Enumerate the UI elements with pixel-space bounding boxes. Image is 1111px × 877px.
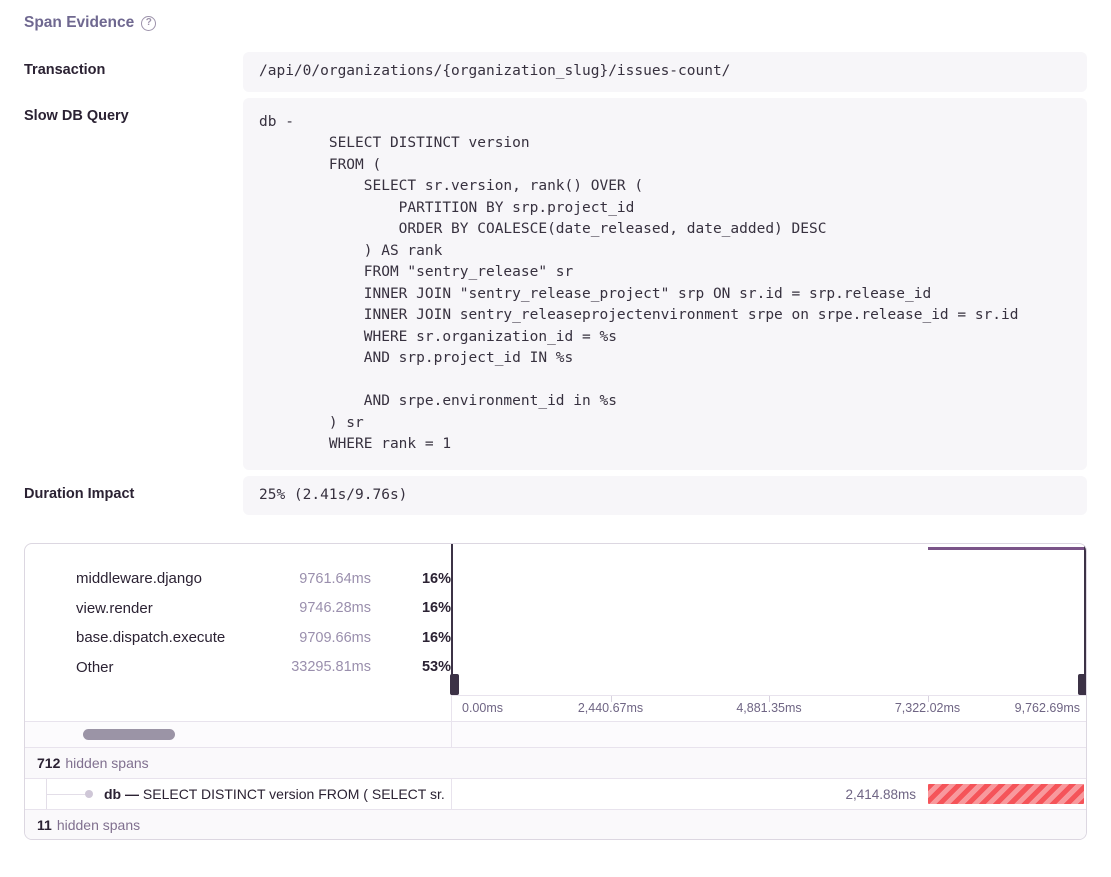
- span-minimap[interactable]: [451, 544, 1086, 695]
- duration-impact-label: Duration Impact: [24, 476, 243, 516]
- span-chart-header: middleware.django 9761.64ms 16% view.ren…: [25, 544, 1086, 695]
- legend-duration: 9761.64ms: [269, 571, 399, 587]
- transaction-row: Transaction /api/0/organizations/{organi…: [24, 52, 1087, 92]
- legend-percent: 16%: [399, 571, 451, 587]
- legend-item-base-dispatch-execute[interactable]: base.dispatch.execute 9709.66ms 16%: [52, 623, 451, 653]
- axis-label: 9,762.69ms: [1015, 701, 1080, 715]
- db-span-row[interactable]: db — SELECT DISTINCT version FROM ( SELE…: [25, 778, 1086, 809]
- tree-connector-horizontal: [46, 794, 88, 795]
- db-span-duration: 2,414.88ms: [845, 787, 916, 802]
- span-op: db: [104, 786, 121, 802]
- scrollbar-row-spacer: [451, 722, 1086, 747]
- tree-scrollbar-track[interactable]: [25, 722, 451, 747]
- slow-db-query-value: db - SELECT DISTINCT version FROM ( SELE…: [243, 98, 1087, 470]
- hidden-spans-count: 712: [37, 755, 60, 771]
- section-title: Span Evidence: [24, 14, 134, 32]
- slow-db-query-label: Slow DB Query: [24, 98, 243, 470]
- tree-scrollbar-thumb[interactable]: [83, 729, 175, 740]
- axis-label: 0.00ms: [462, 701, 503, 715]
- tree-scrollbar-row: [25, 721, 1086, 747]
- minimap-window-right-line: [1084, 544, 1086, 695]
- transaction-label: Transaction: [24, 52, 243, 92]
- minimap-span-line: [928, 547, 1085, 550]
- db-span-bar-cell[interactable]: 2,414.88ms: [451, 779, 1086, 809]
- axis-label: 7,322.02ms: [895, 701, 960, 715]
- help-icon[interactable]: ?: [141, 16, 156, 31]
- legend-item-middleware-django[interactable]: middleware.django 9761.64ms 16%: [52, 564, 451, 594]
- duration-impact-row: Duration Impact 25% (2.41s/9.76s): [24, 476, 1087, 516]
- minimap-window-left-line: [451, 544, 453, 695]
- legend-percent: 16%: [399, 600, 451, 616]
- minimap-right-drag-handle[interactable]: [1078, 674, 1087, 695]
- transaction-value: /api/0/organizations/{organization_slug}…: [243, 52, 1087, 92]
- section-heading: Span Evidence ?: [24, 14, 1087, 32]
- time-axis-row: 0.00ms 2,440.67ms 4,881.35ms 7,322.02ms …: [25, 695, 1086, 721]
- legend-duration: 33295.81ms: [269, 659, 399, 675]
- db-span-tree-cell[interactable]: db — SELECT DISTINCT version FROM ( SELE…: [25, 779, 451, 809]
- hidden-spans-label: hidden spans: [57, 817, 140, 833]
- hidden-spans-row-above[interactable]: 712 hidden spans: [25, 747, 1086, 778]
- legend-percent: 16%: [399, 630, 451, 646]
- legend-percent: 53%: [399, 659, 451, 675]
- minimap-left-drag-handle[interactable]: [450, 674, 459, 695]
- span-query-text: SELECT DISTINCT version FROM ( SELECT sr…: [143, 786, 445, 802]
- axis-spacer: [25, 695, 451, 721]
- duration-impact-value: 25% (2.41s/9.76s): [243, 476, 1087, 516]
- db-span-duration-bar[interactable]: [928, 784, 1084, 804]
- legend-name: view.render: [76, 600, 269, 617]
- hidden-spans-row-below[interactable]: 11 hidden spans: [25, 809, 1086, 839]
- span-evidence-section: Span Evidence ? Transaction /api/0/organ…: [0, 0, 1111, 840]
- legend-name: Other: [76, 659, 269, 676]
- legend-duration: 9746.28ms: [269, 600, 399, 616]
- legend-duration: 9709.66ms: [269, 630, 399, 646]
- hidden-spans-count: 11: [37, 817, 52, 833]
- span-tree-panel: middleware.django 9761.64ms 16% view.ren…: [24, 543, 1087, 840]
- legend-item-view-render[interactable]: view.render 9746.28ms 16%: [52, 594, 451, 624]
- legend-item-other[interactable]: Other 33295.81ms 53%: [52, 653, 451, 683]
- legend-name: base.dispatch.execute: [76, 629, 269, 646]
- span-op-separator: —: [125, 786, 139, 802]
- slow-db-query-row: Slow DB Query db - SELECT DISTINCT versi…: [24, 98, 1087, 470]
- axis-label: 4,881.35ms: [736, 701, 801, 715]
- db-span-description: db — SELECT DISTINCT version FROM ( SELE…: [104, 779, 445, 809]
- time-axis: 0.00ms 2,440.67ms 4,881.35ms 7,322.02ms …: [451, 695, 1086, 721]
- hidden-spans-label: hidden spans: [65, 755, 148, 771]
- legend-name: middleware.django: [76, 570, 269, 587]
- axis-label: 2,440.67ms: [578, 701, 643, 715]
- span-legend: middleware.django 9761.64ms 16% view.ren…: [25, 544, 451, 695]
- tree-node-dot-icon: [85, 790, 93, 798]
